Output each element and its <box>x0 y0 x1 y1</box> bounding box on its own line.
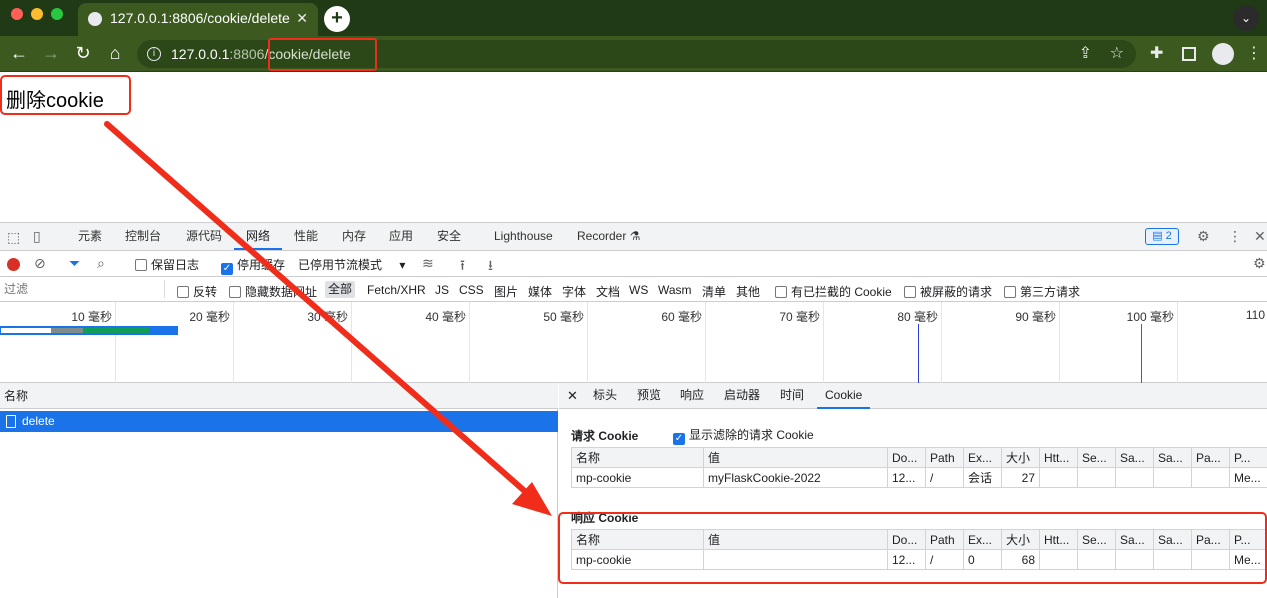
annotation-arrow <box>104 121 552 516</box>
annotation-arrow-shaft <box>104 121 531 497</box>
